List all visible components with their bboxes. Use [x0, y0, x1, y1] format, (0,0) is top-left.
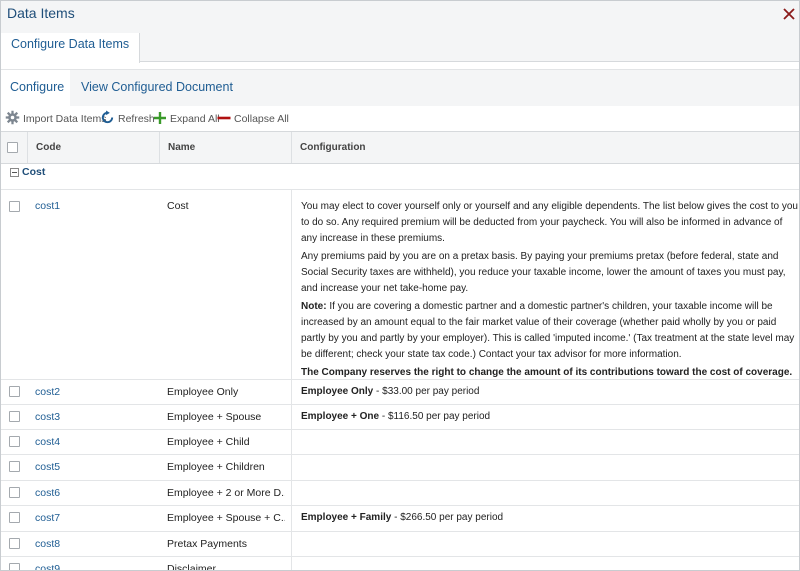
collapse-box-icon	[10, 167, 19, 177]
table-row: cost7 Employee + Spouse + C... Employee …	[1, 505, 799, 531]
row-checkbox[interactable]	[9, 487, 20, 498]
title-bar: Data Items	[1, 1, 799, 27]
table-row: cost4 Employee + Child	[1, 429, 799, 454]
config-paragraph: You may elect to cover yourself only or …	[301, 201, 798, 244]
table-row: cost2 Employee Only Employee Only - $33.…	[1, 379, 799, 404]
row-configuration	[291, 430, 799, 454]
dialog-title: Data Items	[7, 5, 75, 21]
group-toggle-cost[interactable]: Cost	[10, 166, 45, 178]
import-data-items-button[interactable]: Import Data Items	[5, 110, 107, 128]
expand-label: Expand All	[170, 113, 220, 125]
row-code-link[interactable]: cost6	[35, 487, 60, 499]
config-text: - $266.50 per pay period	[391, 512, 504, 523]
row-name: Disclaimer	[167, 563, 217, 571]
row-checkbox[interactable]	[9, 538, 20, 549]
config-text: - $116.50 per pay period	[379, 411, 491, 422]
row-configuration	[291, 481, 799, 505]
company-reserve-text: The Company reserves the right to change…	[301, 367, 793, 378]
table-row: cost3 Employee + Spouse Employee + One -…	[1, 404, 799, 429]
minus-icon	[217, 111, 234, 128]
row-configuration: Employee Only - $33.00 per pay period	[291, 380, 799, 404]
row-checkbox[interactable]	[9, 461, 20, 472]
row-code-link[interactable]: cost3	[35, 411, 60, 423]
row-checkbox[interactable]	[9, 386, 20, 397]
row-configuration	[291, 557, 799, 570]
refresh-button[interactable]: Refresh	[100, 110, 155, 128]
row-code-link[interactable]: cost1	[35, 200, 60, 212]
row-name: Employee + 2 or More D...	[167, 487, 285, 499]
row-checkbox[interactable]	[9, 201, 20, 212]
config-bold: Employee + Family	[301, 512, 392, 523]
row-configuration	[291, 455, 799, 480]
config-text: - $33.00 per pay period	[373, 386, 480, 397]
config-paragraph: Any premiums paid by you are on a pretax…	[301, 251, 786, 294]
row-name: Cost	[167, 200, 189, 212]
select-all-checkbox[interactable]	[7, 142, 18, 153]
row-code-link[interactable]: cost5	[35, 461, 60, 473]
import-label: Import Data Items	[23, 113, 107, 125]
group-label: Cost	[22, 166, 46, 178]
row-name: Employee + Spouse	[167, 411, 262, 423]
top-tab-bar: Configure Data Items	[1, 27, 799, 63]
data-items-dialog: Data Items Configure Data Items Configur…	[0, 0, 800, 571]
gear-icon	[5, 110, 23, 128]
select-all-checkbox-cell	[1, 132, 27, 163]
collapse-all-button[interactable]: Collapse All	[217, 111, 289, 127]
row-configuration: Employee + Family - $266.50 per pay peri…	[291, 506, 799, 531]
row-name: Pretax Payments	[167, 538, 247, 550]
refresh-icon	[100, 110, 118, 128]
tab-configure[interactable]: Configure	[1, 70, 70, 107]
row-code-link[interactable]: cost2	[35, 386, 60, 398]
row-name: Employee + Spouse + C...	[167, 512, 285, 524]
row-configuration	[291, 532, 799, 556]
row-code-link[interactable]: cost4	[35, 436, 60, 448]
config-bold: Employee Only	[301, 386, 374, 397]
column-header-configuration[interactable]: Configuration	[291, 132, 799, 163]
group-row-cost: Cost	[1, 166, 799, 181]
sub-tab-bar: Configure View Configured Document	[1, 69, 799, 107]
column-header-name[interactable]: Name	[159, 132, 291, 163]
row-name: Employee + Child	[167, 436, 250, 448]
table-row: cost8 Pretax Payments	[1, 531, 799, 556]
row-checkbox[interactable]	[9, 563, 20, 570]
note-text: If you are covering a domestic partner a…	[301, 301, 795, 360]
row-code-link[interactable]: cost8	[35, 538, 60, 550]
row-code-link[interactable]: cost7	[35, 512, 60, 524]
note-label: Note:	[301, 301, 327, 312]
close-icon[interactable]	[781, 6, 797, 22]
table-header: Code Name Configuration	[1, 131, 799, 164]
row-name: Employee Only	[167, 386, 239, 398]
table-row: cost9 Disclaimer	[1, 556, 799, 571]
refresh-label: Refresh	[118, 113, 155, 125]
config-paragraph-note: Note: If you are covering a domestic par…	[301, 299, 799, 363]
row-checkbox[interactable]	[9, 512, 20, 523]
row-checkbox[interactable]	[9, 436, 20, 447]
row-checkbox[interactable]	[9, 411, 20, 422]
table-row: cost5 Employee + Children	[1, 454, 799, 480]
config-bold: Employee + One	[301, 411, 380, 422]
row-configuration: Employee + One - $116.50 per pay period	[291, 405, 799, 429]
column-header-code[interactable]: Code	[27, 132, 159, 163]
tab-view-configured-document[interactable]: View Configured Document	[81, 70, 233, 107]
row-configuration: You may elect to cover yourself only or …	[291, 190, 799, 379]
expand-all-button[interactable]: Expand All	[153, 111, 220, 127]
table-row: cost1 Cost You may elect to cover yourse…	[1, 189, 799, 379]
toolbar: Import Data Items Refresh Expand All Col…	[1, 106, 799, 131]
row-name: Employee + Children	[167, 461, 265, 473]
plus-icon	[153, 111, 170, 128]
row-code-link[interactable]: cost9	[35, 563, 60, 570]
collapse-label: Collapse All	[234, 113, 289, 125]
tab-configure-data-items[interactable]: Configure Data Items	[1, 33, 141, 63]
table-row: cost6 Employee + 2 or More D...	[1, 480, 799, 505]
